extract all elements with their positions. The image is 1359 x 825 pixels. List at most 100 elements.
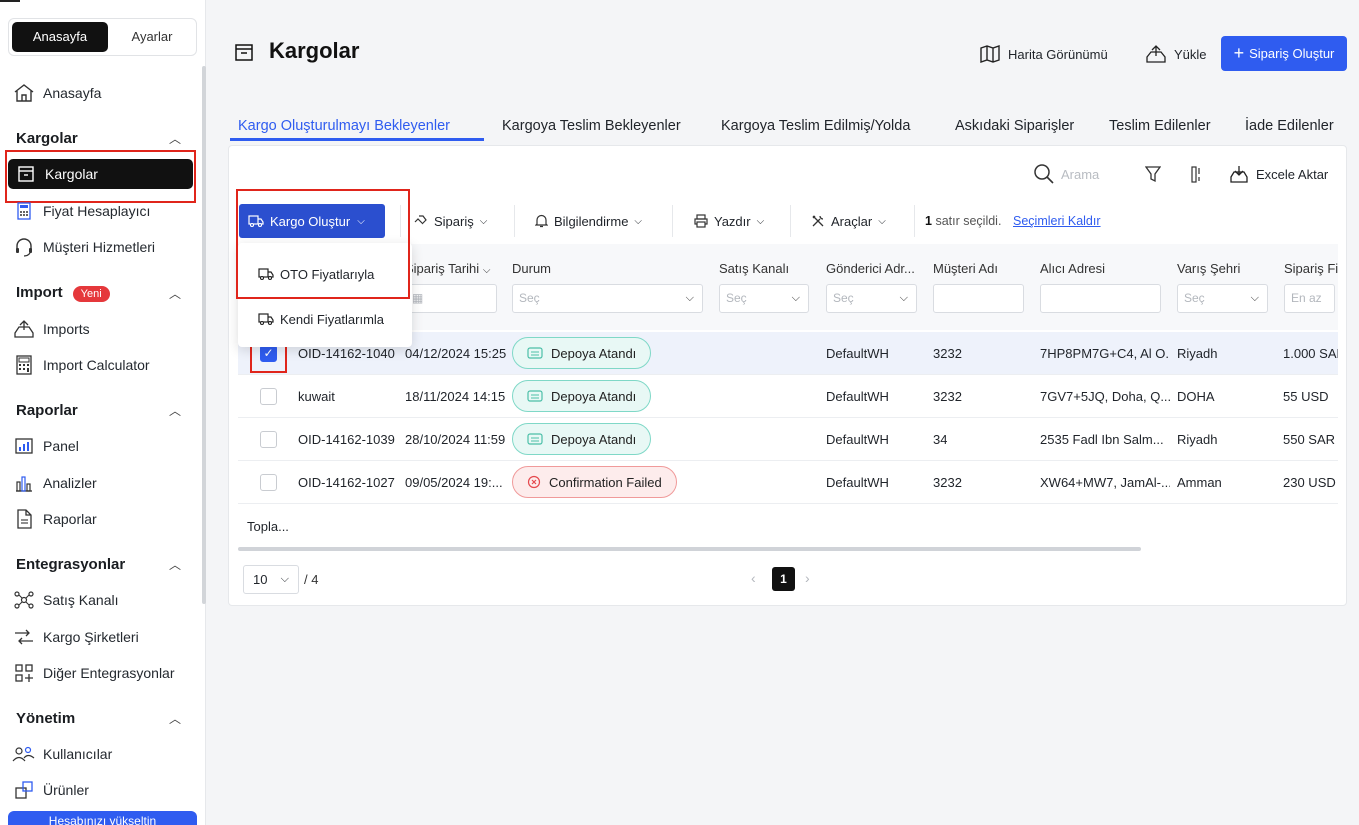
clear-selection-link[interactable]: Seçimleri Kaldır xyxy=(1013,214,1101,228)
sidebar-item-label: Import Calculator xyxy=(43,357,150,373)
tab-kargoya-teslim-bekleyenler[interactable]: Kargoya Teslim Bekleyenler xyxy=(502,112,681,146)
menu-item-label: Kendi Fiyatlarımla xyxy=(280,311,385,327)
search-icon xyxy=(1033,163,1055,185)
chevron-down-icon: ⌵ xyxy=(634,215,643,227)
section-yonetim[interactable]: Yönetim ︿ xyxy=(16,706,181,730)
create-order-button[interactable]: + Sipariş Oluştur xyxy=(1221,36,1347,71)
order-dropdown[interactable]: Sipariş ⌵ xyxy=(414,210,487,232)
sidebar-item-label: Fiyat Hesaplayıcı xyxy=(43,203,151,219)
sidebar-item-analizler[interactable]: Analizler xyxy=(0,468,200,498)
column-header-status[interactable]: Durum xyxy=(512,261,551,276)
columns-icon[interactable] xyxy=(1191,164,1203,184)
sidebar-item-fiyat[interactable]: Fiyat Hesaplayıcı xyxy=(0,196,200,226)
sidebar-item-satis-kanali[interactable]: Satış Kanalı xyxy=(0,585,200,615)
customer-filter[interactable] xyxy=(933,284,1024,313)
search-input[interactable]: Arama xyxy=(1061,167,1099,182)
tab-iade-edilenler[interactable]: İade Edilenler xyxy=(1245,112,1334,146)
sidebar-item-kargo-sirketleri[interactable]: Kargo Şirketleri xyxy=(0,622,200,652)
order-id[interactable]: OID-14162-1039 xyxy=(298,432,395,447)
status-badge: Confirmation Failed xyxy=(512,466,677,498)
column-header-price[interactable]: Sipariş Fi... xyxy=(1284,261,1338,276)
section-raporlar[interactable]: Raporlar ︿ xyxy=(16,398,181,422)
sidebar-item-diger[interactable]: Diğer Entegrasyonlar xyxy=(0,658,200,688)
sidebar-item-urunler[interactable]: Ürünler xyxy=(0,775,200,805)
address-filter[interactable] xyxy=(1040,284,1161,313)
map-icon xyxy=(979,44,1001,64)
chevron-down-icon: ⌵ xyxy=(791,292,800,304)
upgrade-account-button[interactable]: Hesabınızı yükseltin xyxy=(8,811,197,825)
warehouse: DefaultWH xyxy=(826,432,889,447)
price: 1.000 SAR xyxy=(1283,346,1338,361)
section-entegrasyonlar[interactable]: Entegrasyonlar ︿ xyxy=(16,552,181,576)
sidebar-item-imports[interactable]: Imports xyxy=(0,314,200,344)
sidebar-item-anasayfa[interactable]: Anasayfa xyxy=(0,78,200,108)
price-filter[interactable]: En az xyxy=(1284,284,1335,313)
chevron-right-icon[interactable]: › xyxy=(805,570,810,586)
segment-settings[interactable]: Ayarlar xyxy=(110,22,194,52)
column-header-order-date[interactable]: Sipariş Tarihi ⌵ xyxy=(405,261,490,276)
package-hand-icon xyxy=(414,214,428,228)
notification-dropdown[interactable]: Bilgilendirme ⌵ xyxy=(535,210,642,232)
sidebar-item-panel[interactable]: Panel xyxy=(0,431,200,461)
order-id[interactable]: kuwait xyxy=(298,389,335,404)
sidebar-item-raporlar[interactable]: Raporlar xyxy=(0,504,200,534)
chevron-left-icon[interactable]: ‹ xyxy=(751,570,756,586)
table-row[interactable] xyxy=(238,461,1338,504)
tab-kargoya-teslim-edilmis[interactable]: Kargoya Teslim Edilmiş/Yolda xyxy=(721,112,910,146)
column-header-sender[interactable]: Gönderici Adr... xyxy=(826,261,915,276)
selection-count: 1 satır seçildi. xyxy=(925,214,1002,228)
sidebar-item-musteri[interactable]: Müşteri Hizmetleri xyxy=(0,232,200,262)
sender-filter[interactable]: Seç ⌵ xyxy=(826,284,917,313)
map-view-button[interactable]: Harita Görünümü xyxy=(979,38,1108,70)
date-filter[interactable]: ▦ xyxy=(405,284,497,313)
customer: 34 xyxy=(933,432,948,447)
column-header-customer[interactable]: Müşteri Adı xyxy=(933,261,998,276)
status-badge: Depoya Atandı xyxy=(512,423,652,455)
sidebar-scrollbar[interactable] xyxy=(202,66,206,604)
segment-home[interactable]: Anasayfa xyxy=(12,22,108,52)
sidebar-item-import-calculator[interactable]: Import Calculator xyxy=(0,350,200,380)
sales-channel-filter[interactable]: Seç ⌵ xyxy=(719,284,809,313)
row-checkbox[interactable] xyxy=(260,474,277,491)
row-checkbox[interactable] xyxy=(260,431,277,448)
city: DOHA xyxy=(1177,389,1215,404)
calculator-icon xyxy=(12,200,36,222)
section-import[interactable]: Import Yeni ︿ xyxy=(16,281,181,305)
box-icon xyxy=(234,42,254,65)
menu-item-own-prices[interactable]: Kendi Fiyatlarımla xyxy=(238,301,412,337)
warehouse: DefaultWH xyxy=(826,475,889,490)
horizontal-scrollbar[interactable] xyxy=(238,547,1141,551)
order-date: 18/11/2024 14:15 xyxy=(405,389,506,404)
section-kargolar[interactable]: Kargolar ︿ xyxy=(16,126,181,150)
city-filter[interactable]: Seç ⌵ xyxy=(1177,284,1268,313)
order-id[interactable]: OID-14162-1027 xyxy=(298,475,395,490)
column-header-city[interactable]: Varış Şehri xyxy=(1177,261,1240,276)
table-row[interactable] xyxy=(238,375,1338,418)
tab-askidaki-siparisler[interactable]: Askıdaki Siparişler xyxy=(955,112,1074,146)
section-title: Import Yeni xyxy=(16,284,110,302)
section-title: Entegrasyonlar xyxy=(16,555,126,573)
filter-icon[interactable] xyxy=(1145,164,1161,184)
order-id[interactable]: OID-14162-1040 xyxy=(298,346,395,361)
page-size-select[interactable]: 10 ⌵ xyxy=(243,565,299,594)
table-row[interactable] xyxy=(238,418,1338,461)
print-dropdown[interactable]: Yazdır ⌵ xyxy=(694,210,764,232)
chevron-down-icon: ⌵ xyxy=(878,215,886,227)
search-box[interactable]: Arama xyxy=(1033,163,1099,185)
column-header-sales-channel[interactable]: Satış Kanalı xyxy=(719,261,789,276)
upload-button[interactable]: Yükle xyxy=(1145,38,1207,70)
export-excel-button[interactable]: Excele Aktar xyxy=(1229,164,1328,184)
column-header-address[interactable]: Alıcı Adresi xyxy=(1040,261,1105,276)
bar-chart-icon xyxy=(12,472,36,494)
status-filter[interactable]: Seç ⌵ xyxy=(512,284,703,313)
tab-teslim-edilenler[interactable]: Teslim Edilenler xyxy=(1109,112,1211,146)
row-checkbox[interactable] xyxy=(260,388,277,405)
tools-dropdown[interactable]: Araçlar ⌵ xyxy=(811,210,886,232)
sidebar-item-label: Kargo Şirketleri xyxy=(43,629,139,645)
upload-label: Yükle xyxy=(1174,46,1207,62)
tools-label: Araçlar xyxy=(831,213,873,229)
page-button-current[interactable]: 1 xyxy=(772,567,795,591)
sidebar-item-label: Analizler xyxy=(43,475,97,491)
sidebar-item-kullanicilar[interactable]: Kullanıcılar xyxy=(0,739,200,769)
sidebar-item-label: Anasayfa xyxy=(43,85,102,101)
